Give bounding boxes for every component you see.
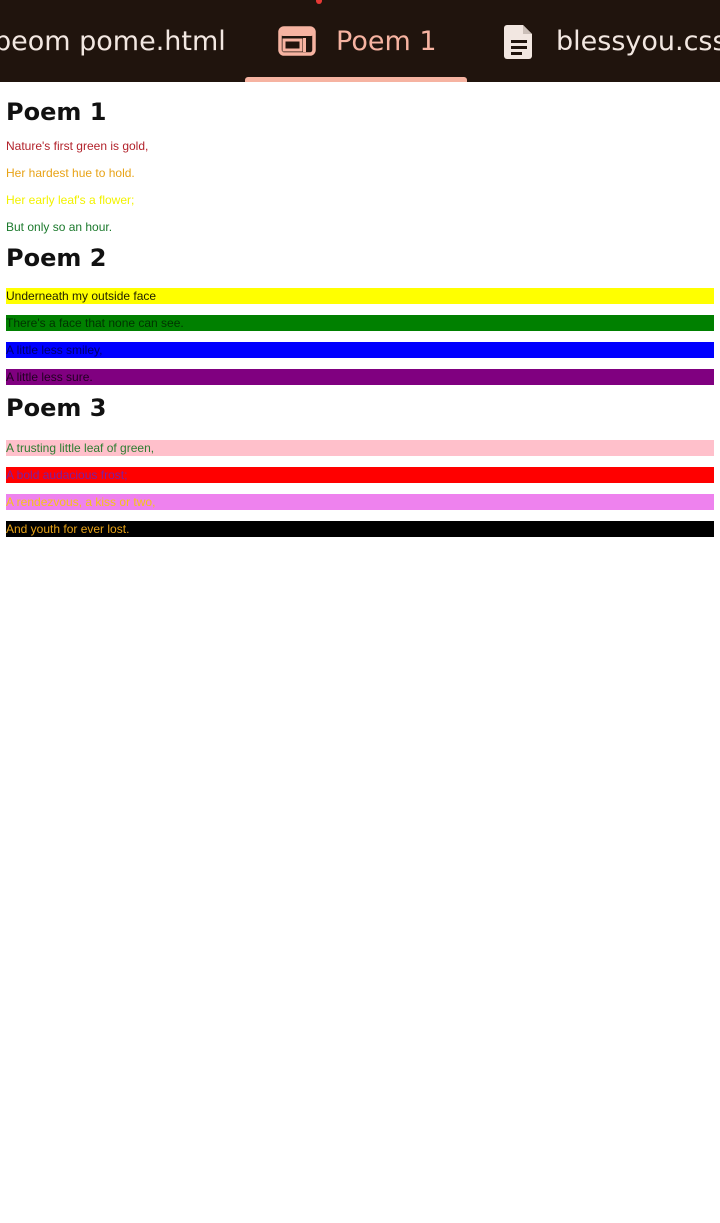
poem-line: A little less smiley, [6, 342, 714, 358]
poem-line: Her early leaf's a flower; [6, 193, 135, 207]
poem-line: A little less sure. [6, 369, 714, 385]
poem-title: Poem 3 [6, 394, 107, 422]
poem-line: A trusting little leaf of green, [6, 440, 714, 456]
document-icon [502, 22, 536, 60]
tab-label: peom pome.html [0, 25, 226, 57]
poem-line: A rendezvous, a kiss or two, [6, 494, 714, 510]
tab-poem-1[interactable]: Poem 1 [278, 0, 437, 82]
web-layout-icon [278, 26, 316, 56]
tab-label: Poem 1 [336, 25, 437, 57]
poem-content: Poem 1 Nature's first green is gold, Her h… [0, 82, 720, 537]
poem-line: But only so an hour. [6, 220, 113, 234]
tab-blessyou-css[interactable]: blessyou.css [502, 0, 720, 82]
tab-label: blessyou.css [556, 25, 720, 57]
poem-line: Nature's first green is gold, [6, 139, 149, 153]
poem-line: Underneath my outside face [6, 288, 714, 304]
tab-peom-pome-html[interactable]: peom pome.html [0, 0, 226, 82]
active-tab-underline [245, 77, 467, 82]
poem-line: And youth for ever lost. [6, 521, 714, 537]
poem-line: Her hardest hue to hold. [6, 166, 135, 180]
poem-title: Poem 1 [6, 98, 107, 126]
poem-title: Poem 2 [6, 244, 107, 272]
poem-line: There's a face that none can see. [6, 315, 714, 331]
tab-bar: peom pome.html Poem 1 blessyou.css [0, 0, 720, 82]
poem-line: A bold audacious frost; [6, 467, 714, 483]
